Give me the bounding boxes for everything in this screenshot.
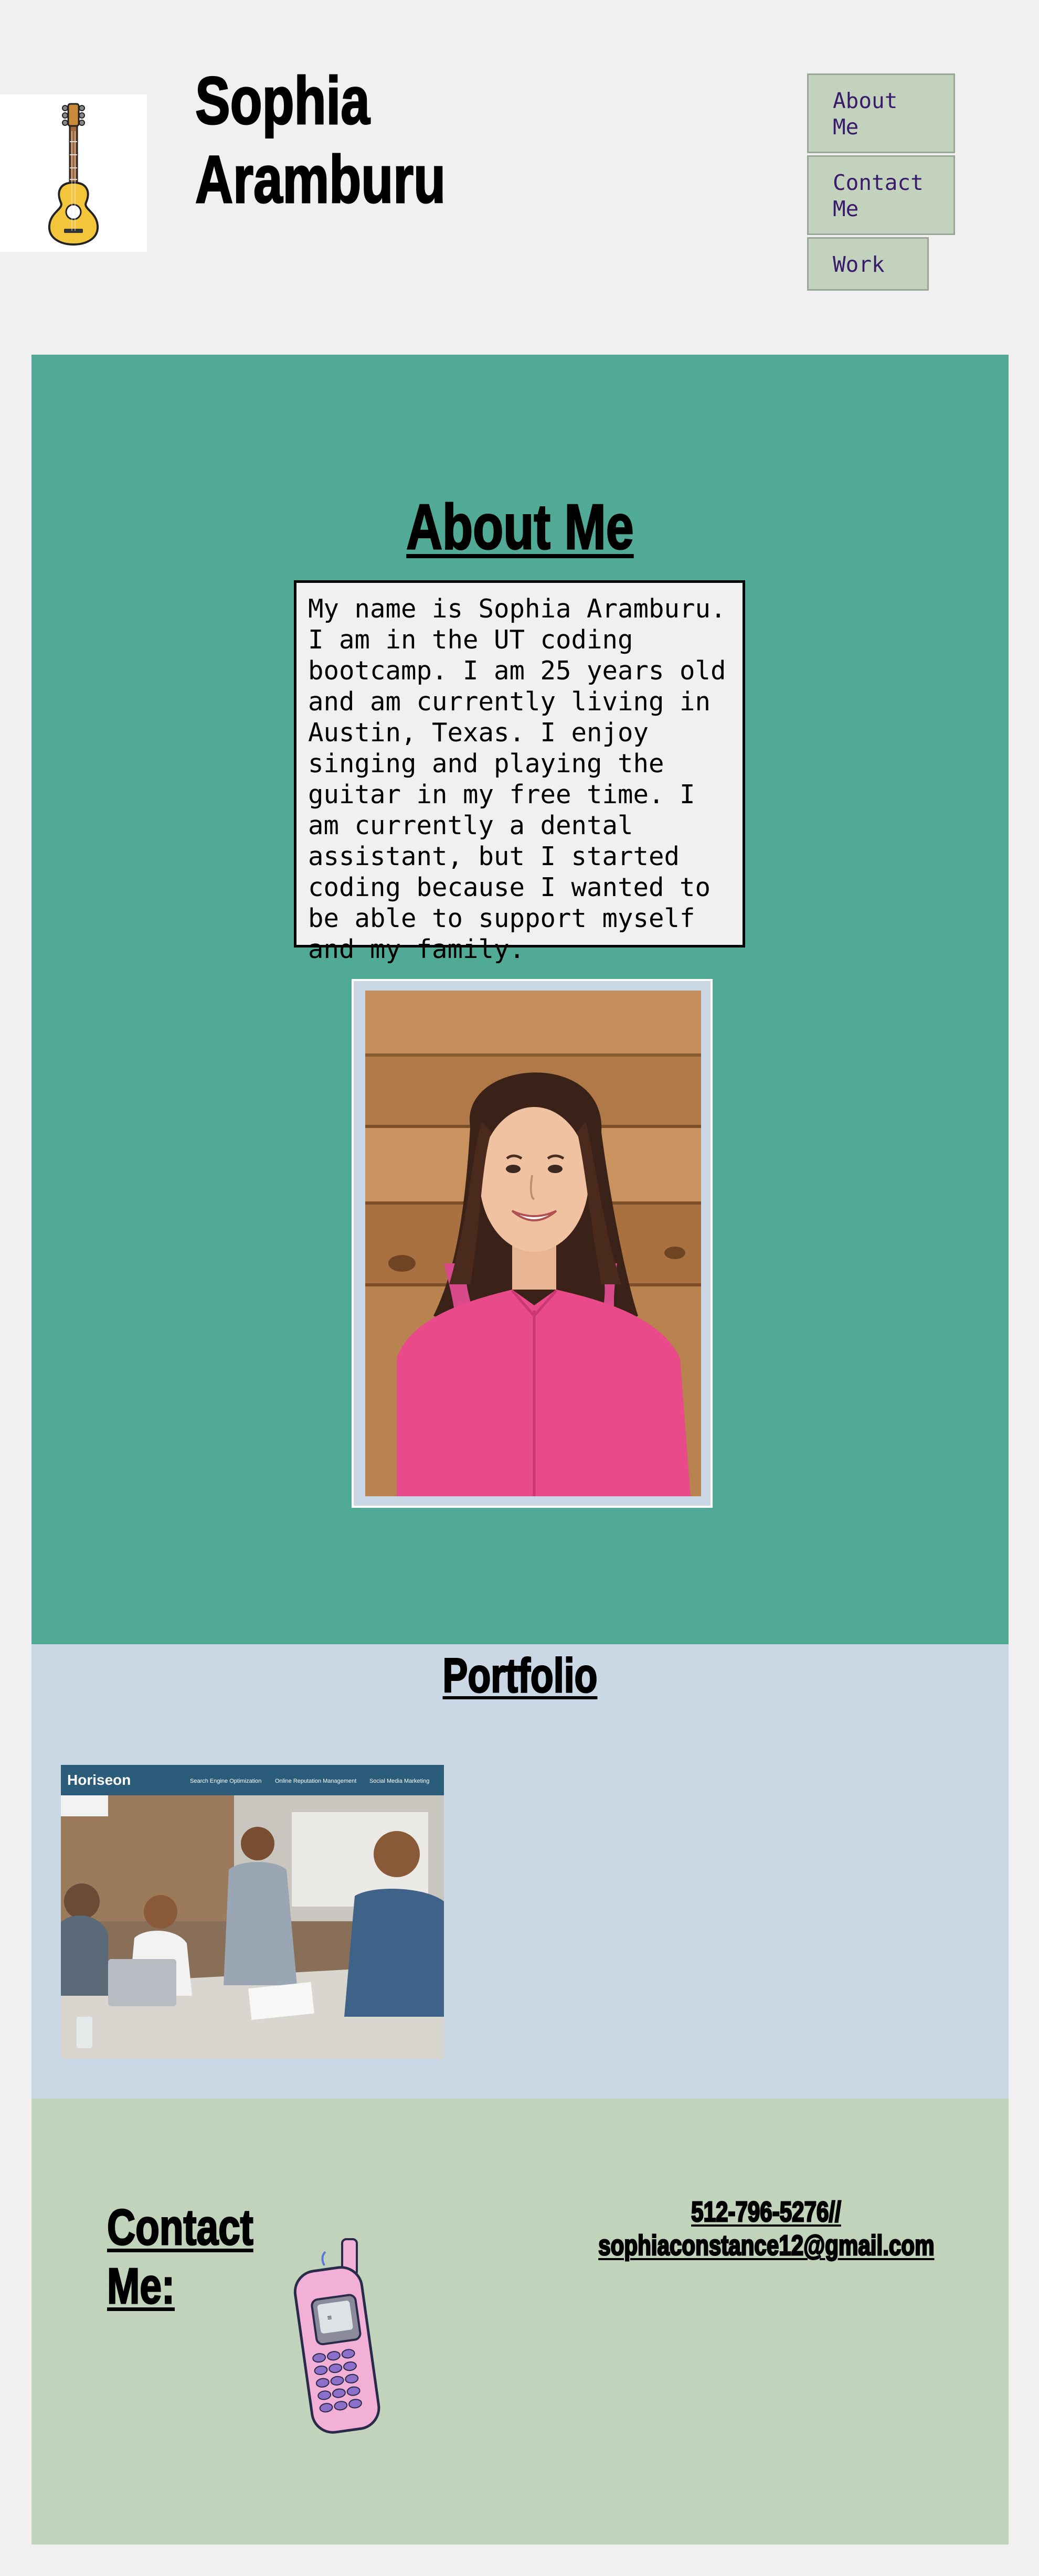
contact-section: Contact Me: ≡ 512-796-5276// sophiaconst… — [31, 2099, 1009, 2545]
portfolio-heading-text: Portfolio — [442, 1648, 598, 1704]
portfolio-section: Portfolio Horiseon Search Engine Optimiz… — [31, 1644, 1009, 2099]
nav-contact-button[interactable]: Contact Me — [807, 155, 955, 235]
logo — [0, 94, 147, 252]
phone-link[interactable]: 512-796-5276// — [598, 2195, 934, 2229]
portfolio-heading: Portfolio — [139, 1644, 901, 1707]
portrait-frame — [352, 979, 713, 1508]
about-heading-text: About Me — [406, 491, 634, 563]
project-nav-seo: Search Engine Optimization — [190, 1778, 261, 1784]
project-nav-orm: Online Reputation Management — [275, 1778, 356, 1784]
project-nav-smm: Social Media Marketing — [369, 1778, 429, 1784]
cell-phone-icon: ≡ — [293, 2238, 380, 2434]
about-heading: About Me — [139, 490, 901, 563]
about-section: About Me My name is Sophia Aramburu. I a… — [31, 355, 1009, 1644]
contact-heading-text: Contact Me: — [107, 2199, 254, 2315]
project-screenshot: Horiseon Search Engine Optimization Onli… — [61, 1765, 444, 2059]
nav-about-button[interactable]: About Me — [807, 73, 955, 153]
portrait-photo — [365, 991, 701, 1496]
guitar-icon — [48, 103, 99, 246]
nav-work-button[interactable]: Work — [807, 237, 929, 291]
project-horiseon[interactable]: Horiseon Search Engine Optimization Onli… — [61, 1765, 444, 2059]
email-link[interactable]: sophiaconstance12@gmail.com — [598, 2229, 935, 2262]
site-title: Sophia Aramburu — [195, 63, 446, 218]
about-text: My name is Sophia Aramburu. I am in the … — [294, 580, 745, 964]
project-brand: Horiseon — [67, 1772, 131, 1788]
contact-details: 512-796-5276// sophiaconstance12@gmail.c… — [598, 2195, 935, 2262]
contact-heading: Contact Me: — [107, 2198, 255, 2316]
